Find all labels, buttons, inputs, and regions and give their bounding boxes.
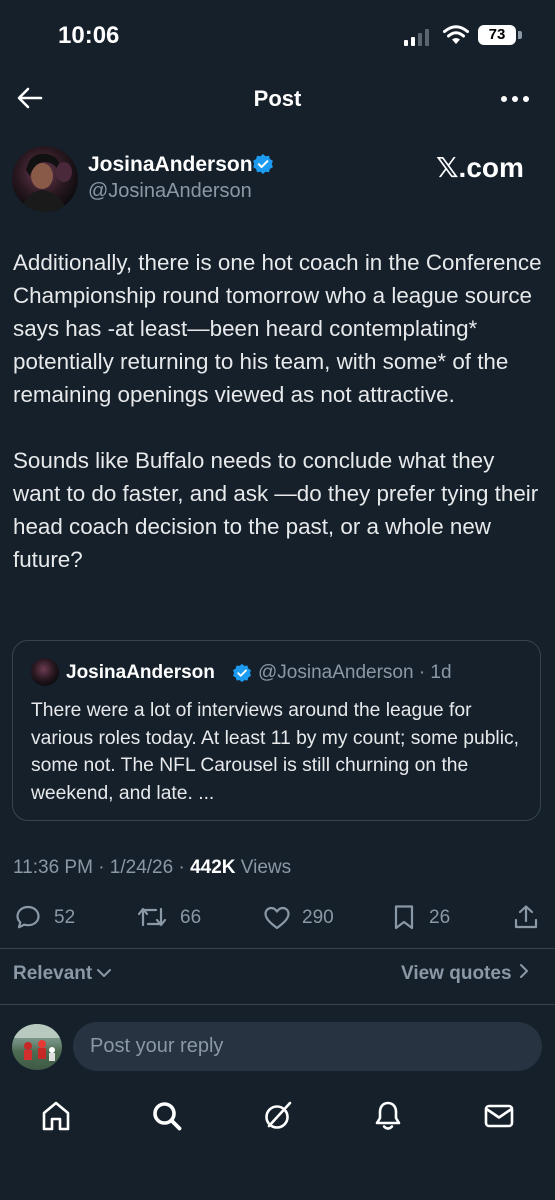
sort-relevant-dropdown[interactable]: Relevant: [13, 963, 113, 985]
page-title: Post: [253, 86, 302, 111]
repost-count: 66: [180, 907, 202, 928]
sort-relevant-label: Relevant: [13, 963, 93, 984]
notifications-bell-icon[interactable]: [371, 1099, 405, 1133]
wifi-icon: [443, 25, 469, 44]
bookmark-count: 26: [429, 907, 451, 928]
quoted-author-name: JosinaAnderson: [66, 662, 215, 683]
divider: [0, 1004, 555, 1005]
quoted-author-handle: @JosinaAnderson · 1d: [258, 662, 452, 683]
more-options-icon[interactable]: [500, 95, 530, 103]
bookmark-icon[interactable]: [391, 904, 417, 930]
cellular-signal-icon: [404, 29, 429, 46]
user-avatar-image: [12, 1024, 62, 1061]
author-name[interactable]: JosinaAnderson: [88, 153, 253, 177]
user-avatar[interactable]: [12, 1024, 62, 1070]
view-quotes-label: View quotes: [401, 963, 512, 984]
post-paragraph: Sounds like Buffalo needs to conclude wh…: [13, 448, 539, 572]
battery-nub: [518, 31, 522, 39]
view-quotes-link[interactable]: View quotes: [401, 963, 532, 985]
search-icon[interactable]: [150, 1099, 184, 1133]
like-heart-icon[interactable]: [263, 905, 291, 931]
post-body: Additionally, there is one hot coach in …: [13, 246, 543, 576]
post-metadata: 11:36 PM · 1/24/26 · 442K Views: [13, 857, 291, 879]
status-time: 10:06: [58, 22, 120, 49]
quoted-author-avatar: [31, 658, 59, 686]
reply-input[interactable]: Post your reply: [73, 1022, 542, 1071]
share-icon[interactable]: [513, 904, 539, 930]
views-count: 442K: [190, 857, 236, 878]
reply-icon[interactable]: [15, 904, 41, 930]
views-label: Views: [235, 857, 292, 878]
home-icon[interactable]: [39, 1099, 73, 1133]
battery-indicator: 73: [478, 25, 516, 45]
like-count: 290: [302, 907, 334, 928]
quoted-post-text: There were a lot of interviews around th…: [31, 700, 519, 804]
post-timestamp: 11:36 PM · 1/24/26 ·: [13, 857, 191, 878]
chevron-down-icon: [97, 969, 112, 977]
author-avatar[interactable]: [12, 146, 78, 212]
post-paragraph: Additionally, there is one hot coach in …: [13, 250, 542, 407]
verified-badge-icon: [253, 154, 273, 174]
repost-icon[interactable]: [136, 904, 168, 930]
divider: [0, 948, 555, 949]
reply-count: 52: [54, 907, 76, 928]
verified-badge-icon: [233, 663, 251, 683]
x-com-watermark: 𝕏.com: [436, 152, 524, 183]
author-handle[interactable]: @JosinaAnderson: [88, 180, 252, 203]
chevron-right-icon: [519, 964, 528, 978]
grok-icon[interactable]: [261, 1099, 295, 1133]
messages-envelope-icon[interactable]: [482, 1099, 516, 1133]
author-avatar-image: [20, 153, 72, 212]
